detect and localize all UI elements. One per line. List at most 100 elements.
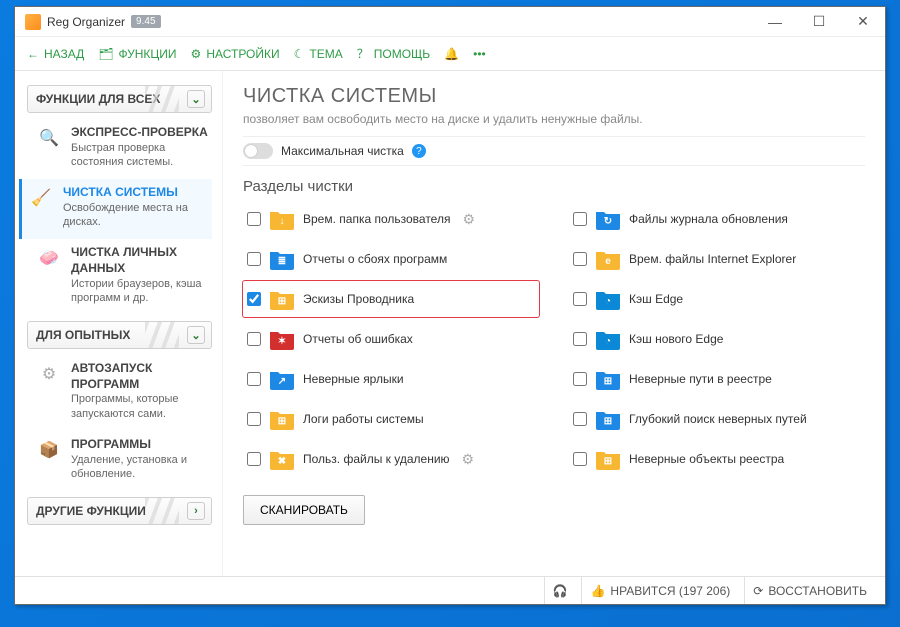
clean-item-checkbox[interactable] [573,292,587,306]
svg-text:e: e [605,256,611,267]
svg-text:↻: ↻ [604,216,612,227]
toolbar: ← НАЗАД 🗂 ФУНКЦИИ ⚙ НАСТРОЙКИ ☾ ТЕМА ？ П… [15,37,885,71]
dots-icon: ••• [473,47,486,61]
clean-item-checkbox[interactable] [573,452,587,466]
max-clean-label: Максимальная чистка [281,144,404,158]
stripe-decoration [145,322,179,348]
clean-item-checkbox[interactable] [247,452,261,466]
gear-icon[interactable]: ⚙ [462,211,475,228]
minimize-button[interactable]: — [753,7,797,37]
sidebar-item-system-clean[interactable]: 🧹 ЧИСТКА СИСТЕМЫ Освобождение места на д… [19,179,212,239]
clean-item-left-6[interactable]: ✖ Польз. файлы к удалению ⚙ [243,441,539,477]
clean-item-checkbox[interactable] [247,332,261,346]
clean-item-left-1[interactable]: ≣ Отчеты о сбоях программ [243,241,539,277]
cat-other-label: ДРУГИЕ ФУНКЦИИ [36,504,146,518]
gear-icon[interactable]: ⚙ [462,451,475,468]
svg-text:◔: ◔ [605,336,611,347]
clean-item-right-6[interactable]: ⊞ Неверные объекты реестра [569,441,865,477]
close-button[interactable]: ✕ [841,7,885,37]
restore-button[interactable]: ⟳ ВОССТАНОВИТЬ [744,577,875,604]
clean-item-left-2[interactable]: ⊞ Эскизы Проводника [243,281,539,317]
clean-item-right-4[interactable]: ⊞ Неверные пути в реестре [569,361,865,397]
clean-item-label: Отчеты об ошибках [303,332,413,346]
clean-item-checkbox[interactable] [573,412,587,426]
cat-all-label: ФУНКЦИИ ДЛЯ ВСЕХ [36,92,160,106]
clean-item-checkbox[interactable] [247,212,261,226]
folder-icon: ⊞ [595,366,621,392]
restore-label: ВОССТАНОВИТЬ [768,584,867,598]
clean-item-checkbox[interactable] [247,372,261,386]
box-icon: 📦 [35,437,63,465]
sidebar-item-autorun[interactable]: ⚙ АВТОЗАПУСК ПРОГРАММ Программы, которые… [27,355,212,431]
notifications-button[interactable]: 🔔 [444,47,459,61]
max-clean-row: Максимальная чистка ? [243,136,865,166]
clean-item-label: Врем. файлы Internet Explorer [629,252,796,266]
folder-icon: ◔ [595,326,621,352]
clean-item-left-4[interactable]: ↗ Неверные ярлыки [243,361,539,397]
theme-button[interactable]: ☾ ТЕМА [294,47,343,61]
clean-item-checkbox[interactable] [573,212,587,226]
clean-item-label: Польз. файлы к удалению [303,452,450,466]
restore-icon: ⟳ [753,584,763,598]
clean-item-checkbox[interactable] [573,252,587,266]
magnifier-check-icon: 🔍 [35,125,63,153]
svg-text:⊞: ⊞ [278,296,286,307]
more-menu[interactable]: ••• [473,47,486,61]
clean-item-right-2[interactable]: ◔ Кэш Edge [569,281,865,317]
clean-item-right-5[interactable]: ⊞ Глубокий поиск неверных путей [569,401,865,437]
headset-icon: 🎧 [553,584,568,598]
folder-icon: ✶ [269,326,295,352]
clean-item-left-3[interactable]: ✶ Отчеты об ошибках [243,321,539,357]
functions-menu[interactable]: 🗂 ФУНКЦИИ [98,47,176,61]
clean-item-right-0[interactable]: ↻ Файлы журнала обновления [569,201,865,237]
statusbar: 🎧 👍 НРАВИТСЯ (197 206) ⟳ ВОССТАНОВИТЬ [15,576,885,604]
clean-item-label: Кэш нового Edge [629,332,723,346]
page-subtitle: позволяет вам освободить место на диске … [243,112,865,126]
scan-button[interactable]: СКАНИРОВАТЬ [243,495,365,525]
back-label: НАЗАД [44,47,84,61]
clean-item-checkbox[interactable] [247,412,261,426]
clean-item-checkbox[interactable] [247,292,261,306]
support-button[interactable]: 🎧 [544,577,576,604]
settings-button[interactable]: ⚙ НАСТРОЙКИ [191,47,280,61]
sidebar-cat-all[interactable]: ФУНКЦИИ ДЛЯ ВСЕХ ⌄ [27,85,212,113]
app-title: Reg Organizer [47,15,125,29]
titlebar: Reg Organizer 9.45 — ☐ ✕ [15,7,885,37]
express-title: ЭКСПРЕСС-ПРОВЕРКА [71,125,208,141]
maximize-button[interactable]: ☐ [797,7,841,37]
clean-grid: ↓ Врем. папка пользователя ⚙ ↻ Файлы жур… [243,201,865,477]
clean-item-checkbox[interactable] [573,372,587,386]
sidebar-item-express[interactable]: 🔍 ЭКСПРЕСС-ПРОВЕРКА Быстрая проверка сос… [27,119,212,179]
clean-item-right-3[interactable]: ◔ Кэш нового Edge [569,321,865,357]
chevron-down-icon: ⌄ [187,326,205,344]
help-button[interactable]: ？ ПОМОЩЬ [357,45,430,62]
drawer-icon: 🗂 [98,47,113,61]
arrow-left-icon: ← [27,47,39,61]
autorun-sub: Программы, которые запускаются сами. [71,392,208,421]
back-button[interactable]: ← НАЗАД [27,47,84,61]
svg-text:⊞: ⊞ [604,456,612,467]
clean-item-checkbox[interactable] [247,252,261,266]
autorun-icon: ⚙ [35,361,63,389]
clean-item-checkbox[interactable] [573,332,587,346]
max-clean-toggle[interactable] [243,143,273,159]
clean-item-right-1[interactable]: e Врем. файлы Internet Explorer [569,241,865,277]
settings-label: НАСТРОЙКИ [206,47,279,61]
body: ФУНКЦИИ ДЛЯ ВСЕХ ⌄ 🔍 ЭКСПРЕСС-ПРОВЕРКА Б… [15,71,885,576]
folder-icon: ≣ [269,246,295,272]
main-panel: ЧИСТКА СИСТЕМЫ позволяет вам освободить … [223,71,885,576]
clean-title: ЧИСТКА СИСТЕМЫ [63,185,208,201]
folder-icon: ⊞ [269,286,295,312]
folder-icon: ⊞ [595,406,621,432]
clean-item-left-5[interactable]: ⊞ Логи работы системы [243,401,539,437]
folder-icon: ◔ [595,286,621,312]
like-button[interactable]: 👍 НРАВИТСЯ (197 206) [581,577,738,604]
sidebar-item-programs[interactable]: 📦 ПРОГРАММЫ Удаление, установка и обновл… [27,431,212,491]
clean-item-label: Врем. папка пользователя [303,212,450,226]
sidebar-cat-other[interactable]: ДРУГИЕ ФУНКЦИИ › [27,497,212,525]
help-hint-icon[interactable]: ? [412,144,426,158]
sidebar-item-private-clean[interactable]: 🧼 ЧИСТКА ЛИЧНЫХ ДАННЫХ Истории браузеров… [27,239,212,315]
chevron-right-icon: › [187,502,205,520]
sidebar-cat-advanced[interactable]: ДЛЯ ОПЫТНЫХ ⌄ [27,321,212,349]
clean-item-left-0[interactable]: ↓ Врем. папка пользователя ⚙ [243,201,539,237]
